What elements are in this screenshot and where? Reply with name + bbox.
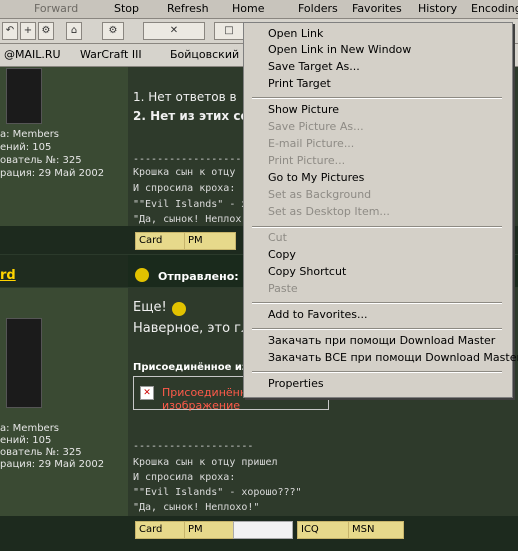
menu-email-picture[interactable]: E-mail Picture... bbox=[268, 137, 354, 150]
icq-button[interactable]: ICQ bbox=[297, 521, 351, 539]
card-button[interactable]: Card bbox=[135, 232, 187, 250]
menu-save-picture[interactable]: Save Picture As... bbox=[268, 120, 364, 133]
menu-add-favorites[interactable]: Add to Favorites... bbox=[268, 308, 368, 321]
settings-icon[interactable]: ⚙ bbox=[38, 22, 54, 40]
refresh-button[interactable]: Refresh bbox=[167, 2, 209, 15]
menu-separator bbox=[252, 302, 502, 304]
link-warcraft[interactable]: WarCraft III bbox=[80, 48, 142, 61]
pm-button[interactable]: PM bbox=[184, 521, 236, 539]
menu-copy[interactable]: Copy bbox=[268, 248, 296, 261]
stop-button[interactable]: Stop bbox=[114, 2, 139, 15]
window-icon[interactable]: □ bbox=[214, 22, 244, 40]
profile-group: а: Members bbox=[0, 129, 60, 140]
menu-separator bbox=[252, 328, 502, 330]
post-author-cell bbox=[0, 255, 128, 287]
menu-download-master[interactable]: Закачать при помощи Download Master bbox=[268, 334, 495, 347]
profile-registered: рация: 29 Май 2002 bbox=[0, 459, 105, 470]
menu-cut[interactable]: Cut bbox=[268, 231, 287, 244]
menu-separator bbox=[252, 371, 502, 373]
post-text-line: Еще! bbox=[133, 300, 167, 315]
sent-date: Отправлено: 2 bbox=[158, 270, 251, 283]
menu-set-desktop-item[interactable]: Set as Desktop Item... bbox=[268, 205, 390, 218]
signature-line: Крошка сын к отцу bbox=[133, 167, 236, 178]
signature-line: И спросила кроха: bbox=[133, 183, 236, 194]
signature-line: "Да, сынок! Неплохо!" bbox=[133, 502, 260, 513]
menu-open-link-new-window[interactable]: Open Link in New Window bbox=[268, 43, 411, 56]
msn-button[interactable]: MSN bbox=[348, 521, 404, 539]
menu-properties[interactable]: Properties bbox=[268, 377, 324, 390]
pm-button[interactable]: PM bbox=[184, 232, 236, 250]
context-menu: Open Link Open Link in New Window Save T… bbox=[243, 22, 518, 398]
link-mail[interactable]: @MAIL.RU bbox=[4, 48, 61, 61]
menu-paste[interactable]: Paste bbox=[268, 282, 298, 295]
post-text-line: Наверное, это гл bbox=[133, 321, 250, 336]
home-button[interactable]: Home bbox=[232, 2, 264, 15]
menu-print-target[interactable]: Print Target bbox=[268, 77, 331, 90]
poll-line-2: 2. Нет из этих со bbox=[133, 109, 249, 123]
menu-save-target[interactable]: Save Target As... bbox=[268, 60, 360, 73]
email-button[interactable] bbox=[233, 521, 293, 539]
menu-copy-shortcut[interactable]: Copy Shortcut bbox=[268, 265, 346, 278]
profile-posts: ений: 105 bbox=[0, 142, 52, 153]
favorites-button[interactable]: Favorites bbox=[352, 2, 402, 15]
history-button[interactable]: History bbox=[418, 2, 457, 15]
menu-show-picture[interactable]: Show Picture bbox=[268, 103, 339, 116]
profile-registered: рация: 29 Май 2002 bbox=[0, 168, 105, 179]
menu-separator bbox=[252, 226, 502, 228]
close-icon[interactable]: ✕ bbox=[143, 22, 205, 40]
add-icon[interactable]: + bbox=[20, 22, 36, 40]
folders-button[interactable]: Folders bbox=[298, 2, 338, 15]
link-fightclub[interactable]: Бойцовский bbox=[170, 48, 239, 61]
card-button[interactable]: Card bbox=[135, 521, 187, 539]
encoding-button[interactable]: Encoding bbox=[471, 2, 518, 15]
signature-separator: -------------------- bbox=[133, 441, 254, 452]
broken-image-icon: ✕ bbox=[140, 386, 154, 400]
home-icon[interactable]: ⌂ bbox=[66, 22, 82, 40]
menu-separator bbox=[252, 97, 502, 99]
smile-icon bbox=[172, 302, 186, 316]
avatar bbox=[6, 68, 42, 124]
author-name[interactable]: rd bbox=[0, 268, 16, 283]
menu-download-master-all[interactable]: Закачать ВСЕ при помощи Download Master bbox=[268, 351, 518, 364]
avatar bbox=[6, 318, 42, 408]
menu-my-pictures[interactable]: Go to My Pictures bbox=[268, 171, 364, 184]
menu-open-link[interactable]: Open Link bbox=[268, 27, 323, 40]
back-icon[interactable]: ↶ bbox=[2, 22, 18, 40]
poll-line-1: 1. Нет ответов в bbox=[133, 90, 237, 104]
menu-set-background[interactable]: Set as Background bbox=[268, 188, 371, 201]
forward-button[interactable]: Forward bbox=[34, 2, 78, 15]
profile-user-number: ователь №: 325 bbox=[0, 155, 82, 166]
tools-icon[interactable]: ⚙ bbox=[102, 22, 124, 40]
browser-toolbar: Forward Stop Refresh Home Folders Favori… bbox=[0, 0, 518, 19]
smile-icon bbox=[135, 268, 149, 282]
menu-print-picture[interactable]: Print Picture... bbox=[268, 154, 345, 167]
